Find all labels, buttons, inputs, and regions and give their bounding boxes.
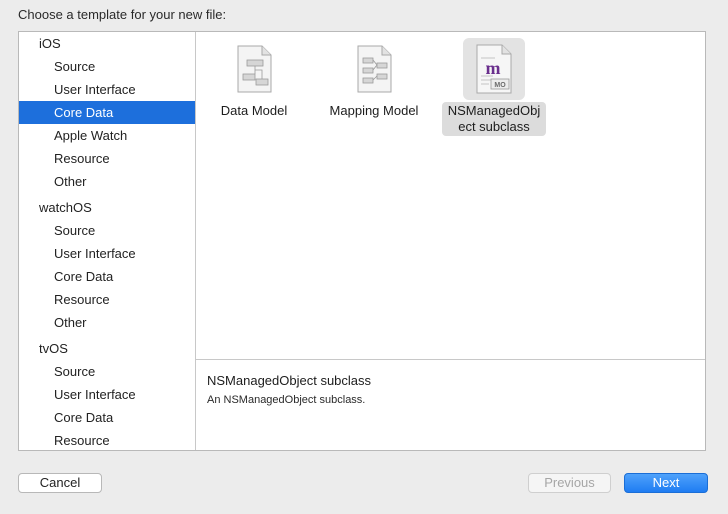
details-divider: [196, 359, 705, 360]
mapping-model-document-icon: [343, 38, 405, 100]
platform-header-watchos: watchOS: [39, 200, 92, 215]
sidebar-item-watchos-other[interactable]: Other: [19, 311, 195, 334]
sidebar-item-watchos-user-interface[interactable]: User Interface: [19, 242, 195, 265]
sidebar-item-ios-user-interface[interactable]: User Interface: [19, 78, 195, 101]
sidebar-item-ios-core-data[interactable]: Core Data: [19, 101, 195, 124]
sidebar-item-tvos-resource[interactable]: Resource: [19, 429, 195, 450]
template-label-line-2: ect subclass: [458, 119, 530, 134]
template-grid: Data Model Mapping Model m MO NSManagedO…: [196, 32, 705, 359]
sidebar-item-ios-resource[interactable]: Resource: [19, 147, 195, 170]
managed-object-badge-letter: m: [486, 58, 501, 78]
template-mapping-model[interactable]: Mapping Model: [314, 38, 434, 120]
template-chooser: iOS Source User Interface Core Data Appl…: [18, 31, 706, 451]
template-data-model[interactable]: Data Model: [194, 38, 314, 120]
sidebar-item-ios-other[interactable]: Other: [19, 170, 195, 193]
sidebar-item-watchos-resource[interactable]: Resource: [19, 288, 195, 311]
sidebar-item-ios-apple-watch[interactable]: Apple Watch: [19, 124, 195, 147]
details-title: NSManagedObject subclass: [207, 373, 372, 388]
platform-header-ios: iOS: [39, 36, 61, 51]
sidebar-item-watchos-source[interactable]: Source: [19, 219, 195, 242]
platform-sidebar[interactable]: iOS Source User Interface Core Data Appl…: [19, 32, 196, 450]
data-model-document-icon: [223, 38, 285, 100]
sidebar-item-watchos-core-data[interactable]: Core Data: [19, 265, 195, 288]
managed-object-badge-tag: MO: [494, 82, 506, 89]
next-button[interactable]: Next: [624, 473, 708, 493]
template-label: NSManagedObj ect subclass: [441, 102, 547, 136]
cancel-button[interactable]: Cancel: [18, 473, 102, 493]
template-label: Mapping Model: [329, 103, 419, 118]
previous-button[interactable]: Previous: [528, 473, 611, 493]
sidebar-item-tvos-user-interface[interactable]: User Interface: [19, 383, 195, 406]
template-details: NSManagedObject subclass An NSManagedObj…: [207, 373, 695, 406]
details-description: An NSManagedObject subclass.: [207, 394, 366, 406]
sidebar-item-tvos-source[interactable]: Source: [19, 360, 195, 383]
template-label: Data Model: [220, 103, 288, 118]
template-label-line-1: NSManagedObj: [447, 103, 541, 118]
template-nsmanagedobject-subclass[interactable]: m MO NSManagedObj ect subclass: [434, 38, 554, 136]
sidebar-item-ios-source[interactable]: Source: [19, 55, 195, 78]
nsmanagedobject-document-icon: m MO: [463, 38, 525, 100]
dialog-prompt: Choose a template for your new file:: [18, 7, 227, 22]
platform-header-tvos: tvOS: [39, 341, 68, 356]
sidebar-item-tvos-core-data[interactable]: Core Data: [19, 406, 195, 429]
